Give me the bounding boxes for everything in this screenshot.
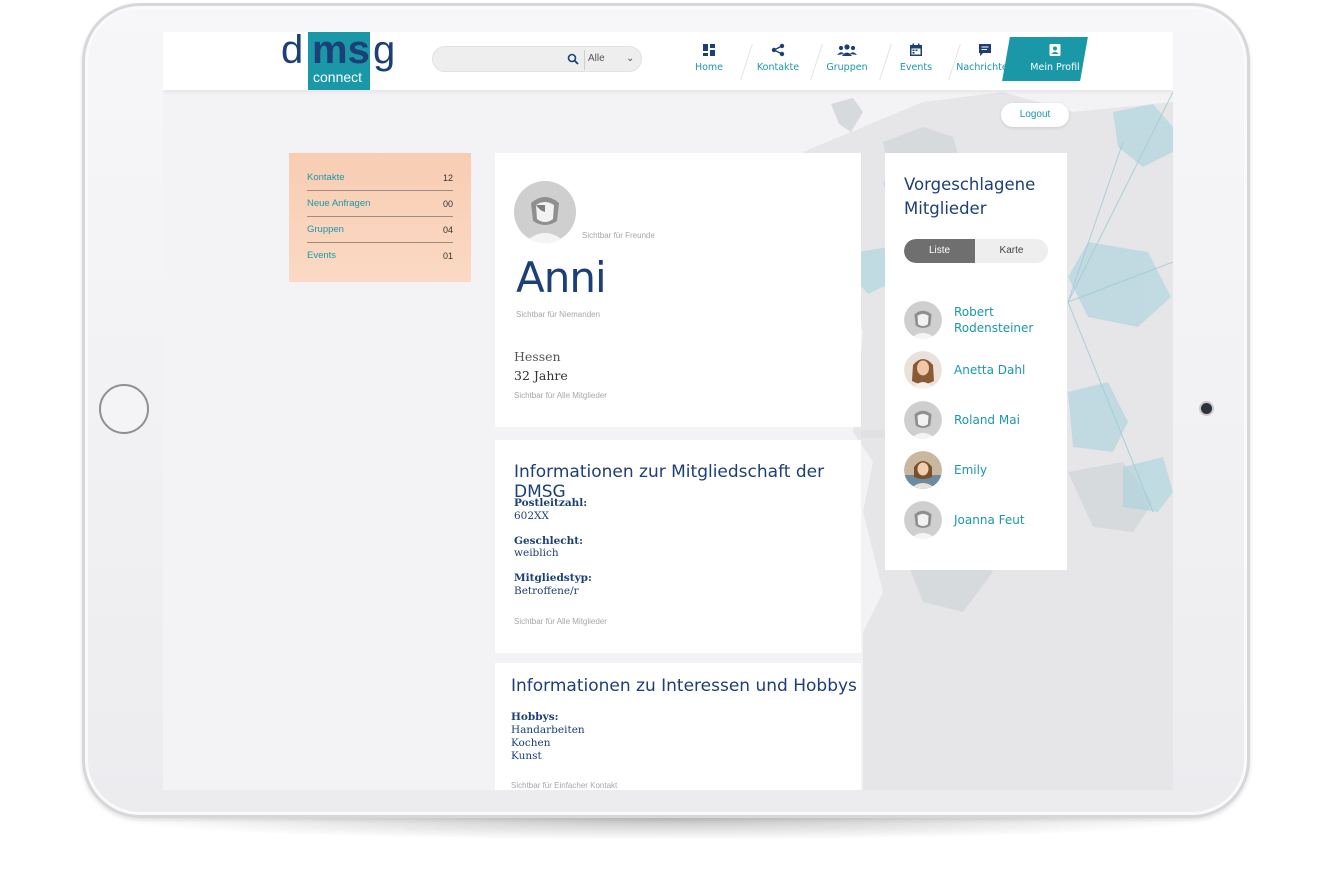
nav-nachrichten[interactable]: Nachrichten: [951, 32, 1019, 90]
member-avatar[interactable]: [904, 301, 942, 339]
geschlecht-label: Geschlecht:: [514, 535, 584, 547]
logo-letter-d: d: [281, 32, 303, 72]
interests-visibility-note: Sichtbar für Einfacher Kontakt: [511, 781, 618, 790]
camera: [1201, 403, 1212, 414]
stat-label[interactable]: Events: [307, 250, 336, 261]
member-item[interactable]: Joanna Feut: [904, 501, 1054, 541]
nav-home-label: Home: [694, 62, 724, 73]
stat-label[interactable]: Kontakte: [307, 172, 345, 183]
member-avatar[interactable]: [904, 351, 942, 389]
name-visibility-note: Sichtbar für Niemanden: [516, 310, 601, 319]
nav-nachrichten-label: Nachrichten: [956, 62, 1014, 73]
avatar-placeholder-icon: [514, 181, 576, 243]
membership-title: Informationen zur Mitgliedschaft der DMS…: [514, 462, 825, 502]
nav-events[interactable]: Events: [882, 32, 950, 90]
stat-row-kontakte[interactable]: Kontakte 12: [307, 165, 453, 191]
logout-button[interactable]: Logout: [1001, 103, 1069, 127]
nav-gruppen-label: Gruppen: [826, 62, 868, 73]
nav-kontakte-label: Kontakte: [756, 62, 800, 73]
hobby-item: Kunst: [511, 750, 542, 762]
hobby-item: Kochen: [511, 737, 551, 749]
avatar-photo-icon: [904, 451, 942, 489]
interests-info-card: Informationen zu Interessen und Hobbys H…: [495, 663, 861, 790]
member-avatar[interactable]: [904, 501, 942, 539]
nav-kontakte[interactable]: Kontakte: [744, 32, 812, 90]
stat-count: 00: [442, 199, 453, 209]
member-item[interactable]: Emily: [904, 451, 1054, 491]
logo-letter-g: g: [373, 32, 396, 72]
search-filter-select[interactable]: Alle: [588, 53, 605, 64]
nav-gruppen[interactable]: Gruppen: [813, 32, 881, 90]
member-item[interactable]: Anetta Dahl: [904, 351, 1054, 391]
stats-panel: Kontakte 12 Neue Anfragen 00 Gruppen 04 …: [289, 153, 471, 282]
nav-mein-profil[interactable]: Mein Profil: [1021, 32, 1089, 90]
stat-label[interactable]: Gruppen: [307, 224, 344, 235]
stat-row-gruppen[interactable]: Gruppen 04: [307, 217, 453, 243]
calendar-icon: [910, 43, 922, 56]
hobby-item: Handarbeiten: [511, 724, 585, 736]
member-name[interactable]: Roland Mai: [954, 412, 1020, 428]
dmsg-connect-logo[interactable]: d ms g connect: [281, 32, 401, 90]
profile-card-icon: [1049, 44, 1061, 56]
profile-avatar[interactable]: [514, 181, 576, 243]
mitgliedstyp-label: Mitgliedstyp:: [514, 572, 592, 584]
member-avatar[interactable]: [904, 401, 942, 439]
chevron-down-icon[interactable]: ⌄: [626, 53, 634, 64]
stat-label[interactable]: Neue Anfragen: [307, 198, 370, 209]
profile-region: Hessen: [514, 349, 561, 364]
postleitzahl-value: 602XX: [514, 510, 549, 522]
toggle-liste[interactable]: Liste: [904, 239, 975, 263]
stat-count: 01: [442, 251, 453, 261]
stat-row-neue-anfragen[interactable]: Neue Anfragen 00: [307, 191, 453, 217]
home-grid-icon: [703, 44, 715, 56]
avatar-placeholder-icon: [904, 401, 942, 439]
home-button: [99, 384, 149, 434]
suggested-members-card: Vorgeschlagene Mitglieder Liste Karte Ro…: [885, 153, 1067, 570]
stat-count: 04: [442, 225, 453, 235]
details-visibility-note: Sichtbar für Alle Mitglieder: [514, 391, 607, 400]
profile-age: 32 Jahre: [514, 368, 568, 383]
profile-card: Sichtbar für Freunde Anni Sichtbar für N…: [495, 153, 861, 427]
view-toggle: Liste Karte: [904, 239, 1048, 263]
stat-count: 12: [442, 173, 453, 183]
share-icon: [771, 43, 785, 57]
member-item[interactable]: Robert Rodensteiner: [904, 301, 1054, 341]
app-screen: d ms g connect Alle ⌄ Home Kontakte Grup…: [163, 32, 1173, 790]
member-name[interactable]: Joanna Feut: [954, 512, 1025, 528]
mitgliedstyp-value: Betroffene/r: [514, 585, 579, 597]
avatar-photo-icon: [904, 351, 942, 389]
member-name[interactable]: Robert Rodensteiner: [954, 304, 1054, 336]
top-navbar: d ms g connect Alle ⌄ Home Kontakte Grup…: [163, 32, 1173, 90]
logo-letters-ms: ms: [312, 32, 370, 72]
member-name[interactable]: Anetta Dahl: [954, 362, 1025, 378]
chat-icon: [979, 44, 991, 56]
avatar-placeholder-icon: [904, 501, 942, 539]
stat-row-events[interactable]: Events 01: [307, 243, 453, 269]
membership-info-card: Informationen zur Mitgliedschaft der DMS…: [495, 440, 861, 653]
member-item[interactable]: Roland Mai: [904, 401, 1054, 441]
postleitzahl-label: Postleitzahl:: [514, 497, 588, 509]
profile-name: Anni: [516, 253, 607, 302]
group-icon: [837, 44, 857, 56]
logo-connect: connect: [313, 69, 363, 85]
search-divider: [584, 50, 585, 70]
nav-events-label: Events: [899, 62, 933, 73]
geschlecht-value: weiblich: [514, 547, 559, 559]
member-name[interactable]: Emily: [954, 462, 987, 478]
avatar-placeholder-icon: [904, 301, 942, 339]
hobbys-label: Hobbys:: [511, 711, 559, 723]
toggle-karte[interactable]: Karte: [975, 239, 1048, 263]
nav-mein-profil-label: Mein Profil: [1030, 62, 1080, 73]
interests-title: Informationen zu Interessen und Hobbys: [511, 676, 857, 696]
member-avatar[interactable]: [904, 451, 942, 489]
membership-visibility-note: Sichtbar für Alle Mitglieder: [514, 617, 607, 626]
avatar-visibility-note: Sichtbar für Freunde: [582, 231, 655, 240]
search-icon[interactable]: [567, 53, 579, 65]
suggested-title: Vorgeschlagene Mitglieder: [904, 175, 1036, 218]
nav-home[interactable]: Home: [675, 32, 743, 90]
search-bar[interactable]: Alle ⌄: [432, 46, 642, 72]
